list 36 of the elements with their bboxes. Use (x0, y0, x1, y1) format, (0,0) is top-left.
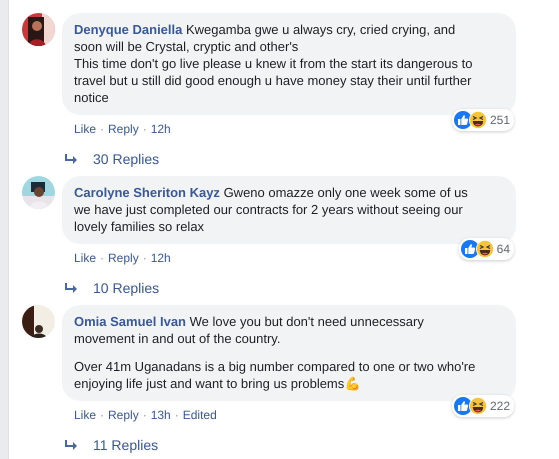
laughing-emoji-icon (468, 397, 487, 415)
action-link[interactable]: Reply (108, 121, 139, 138)
separator-dot: · (142, 250, 147, 267)
replies-link[interactable]: 30 Replies (93, 150, 160, 168)
reply-arrow-icon (65, 440, 77, 450)
replies-link[interactable]: 10 Replies (93, 280, 160, 296)
comment-text: Over 41m Uganadans is a big number compared to one or two who're enjoying life just and want to bring us problems💪 (74, 358, 476, 392)
timestamp-link[interactable]: 12h (150, 121, 171, 138)
separator-dot: · (100, 250, 104, 267)
laughing-emoji-icon (468, 111, 487, 129)
action-link[interactable]: Like (74, 121, 96, 138)
reaction-count[interactable]: 251 (452, 109, 514, 131)
action-link[interactable]: Reply (108, 250, 139, 267)
action-link[interactable]: Like (74, 407, 96, 424)
reaction-count[interactable]: 222 (452, 395, 514, 417)
separator-dot: · (142, 121, 147, 138)
timestamp-link[interactable]: 12h (150, 250, 171, 267)
like-icon (460, 240, 479, 258)
reaction-count[interactable]: 64 (458, 238, 514, 260)
separator-dot: · (142, 407, 147, 424)
like-icon (454, 111, 472, 129)
separator-dot: · (100, 407, 104, 424)
separator-dot: · (174, 407, 179, 424)
reply-arrow-icon (65, 154, 77, 164)
like-icon (454, 397, 472, 415)
action-link[interactable]: Reply (108, 407, 139, 424)
separator-dot: · (100, 121, 104, 138)
comment-text: Carolyne Sheriton Kayz Gweno omazze only one week some of us we have just completed our contracts for 2 years without seeing our lovely families so relax (74, 184, 469, 235)
replies-link[interactable]: 11 Replies (93, 436, 158, 454)
comment-text: Denyque Daniella Kwegamba gwe u always cry, cried crying, and soon will be Crystal, cryptic and other's This time don't go live please u knew it from the start its dangerous to travel but u still did good enough u have money stay their until further notice (74, 21, 474, 106)
edited-label[interactable]: Edited (182, 407, 217, 424)
reply-arrow-icon (65, 283, 77, 293)
laughing-emoji-icon (476, 240, 494, 258)
timestamp-link[interactable]: 13h (150, 407, 171, 424)
comment-text: Omia Samuel Ivan We love you but don't need unnecessary movement in and out of the country. (74, 313, 425, 347)
action-link[interactable]: Like (74, 250, 96, 267)
